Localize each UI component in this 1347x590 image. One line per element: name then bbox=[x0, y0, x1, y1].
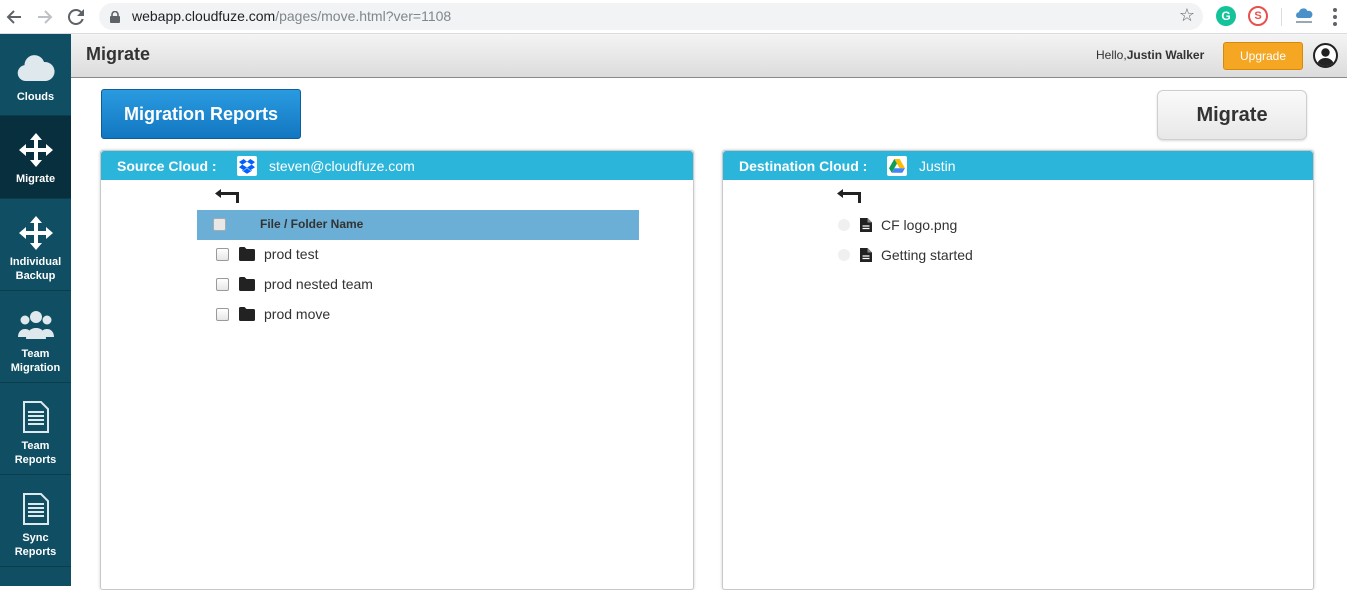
item-name: CF logo.png bbox=[881, 217, 958, 233]
back-folder-arrow-icon[interactable] bbox=[836, 188, 862, 204]
back-arrow-icon[interactable] bbox=[3, 6, 25, 28]
item-name: prod nested team bbox=[264, 276, 373, 292]
folder-icon bbox=[239, 277, 255, 291]
sidebar-item-team-migration[interactable]: Team Migration bbox=[0, 291, 71, 383]
list-item[interactable]: prod test bbox=[216, 242, 318, 266]
row-checkbox[interactable] bbox=[216, 277, 229, 291]
google-drive-icon bbox=[887, 156, 907, 176]
sidebar-item-team-reports[interactable]: Team Reports bbox=[0, 383, 71, 475]
folder-icon bbox=[239, 247, 255, 261]
user-name: Justin Walker bbox=[1126, 48, 1205, 62]
document-icon bbox=[16, 489, 56, 529]
greeting: Hello,Justin Walker bbox=[1096, 48, 1205, 62]
list-item[interactable]: prod nested team bbox=[216, 272, 373, 296]
select-all-checkbox[interactable] bbox=[213, 218, 226, 231]
user-avatar-icon[interactable] bbox=[1313, 43, 1338, 68]
list-item[interactable]: CF logo.png bbox=[838, 213, 957, 237]
page-title: Migrate bbox=[86, 44, 151, 64]
back-folder-arrow-icon[interactable] bbox=[214, 188, 240, 204]
bookmark-star-icon[interactable]: ☆ bbox=[1179, 5, 1195, 26]
sidebar-item-individual-backup[interactable]: Individual Backup bbox=[0, 199, 71, 291]
url-text: webapp.cloudfuze.com/pages/move.html?ver… bbox=[132, 8, 452, 24]
document-icon bbox=[16, 397, 56, 437]
upgrade-button[interactable]: Upgrade bbox=[1223, 42, 1303, 70]
file-icon bbox=[860, 218, 872, 232]
cloud-icon bbox=[16, 48, 56, 88]
sidebar-item-sync-reports[interactable]: Sync Reports bbox=[0, 475, 71, 567]
extension-icon[interactable]: S bbox=[1248, 6, 1268, 26]
team-icon bbox=[16, 305, 56, 345]
folder-icon bbox=[239, 307, 255, 321]
browser-toolbar: webapp.cloudfuze.com/pages/move.html?ver… bbox=[0, 0, 1347, 34]
item-name: prod move bbox=[264, 306, 331, 322]
source-cloud-label: Source Cloud : bbox=[117, 158, 217, 174]
list-item[interactable]: prod move bbox=[216, 302, 330, 326]
source-panel-header: Source Cloud : steven@cloudfuze.com bbox=[101, 151, 693, 180]
sidebar-item-clouds[interactable]: Clouds bbox=[0, 34, 71, 116]
destination-account-name: Justin bbox=[919, 158, 956, 174]
move-arrows-icon bbox=[16, 213, 56, 253]
row-radio[interactable] bbox=[838, 219, 850, 231]
file-list-header: File / Folder Name bbox=[197, 210, 639, 240]
destination-panel-header: Destination Cloud : Justin bbox=[723, 151, 1313, 180]
destination-cloud-panel: Destination Cloud : Justin CF logo.png G… bbox=[722, 150, 1314, 590]
row-checkbox[interactable] bbox=[216, 247, 229, 261]
forward-arrow-icon[interactable] bbox=[34, 6, 56, 28]
list-item[interactable]: Getting started bbox=[838, 243, 973, 267]
sidebar-item-migrate[interactable]: Migrate bbox=[0, 116, 71, 199]
cloudfuze-extension-icon[interactable] bbox=[1293, 6, 1315, 26]
migrate-button[interactable]: Migrate bbox=[1157, 90, 1307, 140]
dropbox-icon bbox=[237, 156, 257, 176]
toolbar-divider bbox=[1281, 8, 1282, 26]
reload-icon[interactable] bbox=[65, 6, 87, 28]
destination-cloud-label: Destination Cloud : bbox=[739, 158, 868, 174]
source-cloud-panel: Source Cloud : steven@cloudfuze.com File… bbox=[100, 150, 694, 590]
migration-reports-button[interactable]: Migration Reports bbox=[101, 89, 301, 139]
source-account-email: steven@cloudfuze.com bbox=[269, 158, 415, 174]
row-radio[interactable] bbox=[838, 249, 850, 261]
sidebar: Clouds Migrate Individual Backup Team Mi… bbox=[0, 34, 71, 586]
app-header: Migrate Hello,Justin Walker Upgrade bbox=[71, 34, 1347, 78]
address-bar[interactable]: webapp.cloudfuze.com/pages/move.html?ver… bbox=[99, 3, 1203, 30]
column-header-file-name: File / Folder Name bbox=[260, 217, 364, 231]
item-name: Getting started bbox=[881, 247, 973, 263]
browser-menu-icon[interactable] bbox=[1328, 6, 1342, 28]
move-arrows-icon bbox=[16, 130, 56, 170]
lock-icon bbox=[110, 10, 120, 23]
row-checkbox[interactable] bbox=[216, 307, 229, 321]
file-icon bbox=[860, 248, 872, 262]
item-name: prod test bbox=[264, 246, 319, 262]
grammarly-extension-icon[interactable]: G bbox=[1216, 6, 1236, 26]
